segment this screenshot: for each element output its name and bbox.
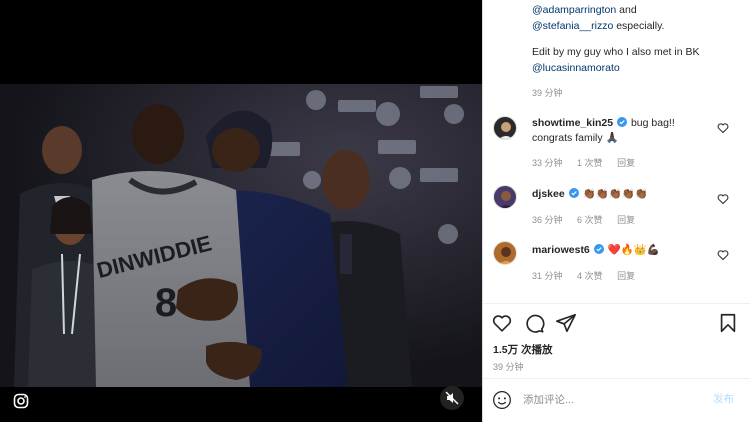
caption-timestamp[interactable]: 39 分钟 bbox=[532, 86, 563, 99]
instagram-logo-icon[interactable] bbox=[12, 392, 30, 410]
comment-likes[interactable]: 4 次赞 bbox=[577, 271, 603, 281]
comment-like-heart-icon[interactable] bbox=[717, 193, 729, 205]
video-player[interactable]: DINWIDDIE 8 bbox=[0, 0, 482, 422]
view-count[interactable]: 1.5万 次播放 bbox=[493, 342, 553, 357]
comment-username[interactable]: showtime_kin25 bbox=[532, 117, 613, 129]
jersey-number: 8 bbox=[155, 281, 177, 325]
comment-meta: 36 分钟 6 次赞 回复 bbox=[532, 213, 647, 226]
emoji-icon[interactable] bbox=[492, 390, 512, 410]
comment-body: djskee 👏🏾👏🏾👏🏾👏🏾👏🏾 bbox=[532, 187, 702, 202]
comment-icon[interactable] bbox=[523, 312, 545, 334]
muted-speaker-icon bbox=[445, 391, 459, 405]
mention-link[interactable]: @lucasinnamorato bbox=[532, 62, 620, 74]
avatar[interactable] bbox=[493, 185, 517, 209]
share-icon[interactable] bbox=[555, 312, 577, 334]
comment-body: showtime_kin25 bug bag!! congrats family… bbox=[532, 116, 702, 146]
comment-text: 👏🏾👏🏾👏🏾👏🏾👏🏾 bbox=[582, 188, 648, 200]
comment-likes[interactable]: 6 次赞 bbox=[577, 215, 603, 225]
caption-text: Edit by my guy who I also met in BK bbox=[532, 46, 700, 58]
reply-button[interactable]: 回复 bbox=[617, 215, 635, 225]
divider bbox=[483, 378, 750, 379]
reply-button[interactable]: 回复 bbox=[617, 158, 635, 168]
verified-badge-icon bbox=[568, 188, 579, 198]
video-still-image: DINWIDDIE 8 bbox=[0, 84, 482, 387]
comment-text: ❤️🔥👑💪🏿 bbox=[607, 244, 660, 256]
comment-username[interactable]: mariowest6 bbox=[532, 244, 590, 256]
comment-username[interactable]: djskee bbox=[532, 188, 565, 200]
comment-likes[interactable]: 1 次赞 bbox=[577, 158, 603, 168]
comment-time[interactable]: 31 分钟 bbox=[532, 271, 563, 281]
comment-meta: 33 分钟 1 次赞 回复 bbox=[532, 156, 647, 169]
post-timestamp[interactable]: 39 分钟 bbox=[493, 360, 524, 373]
bookmark-icon[interactable] bbox=[717, 312, 739, 334]
comment-meta: 31 分钟 4 次赞 回复 bbox=[532, 269, 647, 282]
avatar[interactable] bbox=[493, 241, 517, 265]
comments-panel: @adamparrington and @stefania__rizzo esp… bbox=[482, 0, 750, 422]
post-button[interactable]: 发布 bbox=[713, 391, 734, 406]
divider bbox=[483, 303, 750, 304]
caption-text: and bbox=[616, 4, 637, 16]
action-bar bbox=[483, 312, 750, 336]
video-frame[interactable]: DINWIDDIE 8 bbox=[0, 84, 482, 387]
heart-icon[interactable] bbox=[491, 312, 513, 334]
comment-time[interactable]: 33 分钟 bbox=[532, 158, 563, 168]
comment-like-heart-icon[interactable] bbox=[717, 122, 729, 134]
reply-button[interactable]: 回复 bbox=[617, 271, 635, 281]
avatar[interactable] bbox=[493, 116, 517, 140]
caption-text: especially. bbox=[613, 20, 665, 32]
mention-link[interactable]: @adamparrington bbox=[532, 4, 616, 16]
verified-badge-icon bbox=[593, 244, 604, 254]
post-caption: @adamparrington and @stefania__rizzo esp… bbox=[532, 2, 742, 76]
comment-body: mariowest6 ❤️🔥👑💪🏿 bbox=[532, 243, 702, 258]
verified-badge-icon bbox=[617, 117, 628, 127]
comment-like-heart-icon[interactable] bbox=[717, 249, 729, 261]
comment-input[interactable] bbox=[523, 392, 703, 408]
comment-time[interactable]: 36 分钟 bbox=[532, 215, 563, 225]
mention-link[interactable]: @stefania__rizzo bbox=[532, 20, 613, 32]
mute-button[interactable] bbox=[440, 386, 464, 410]
